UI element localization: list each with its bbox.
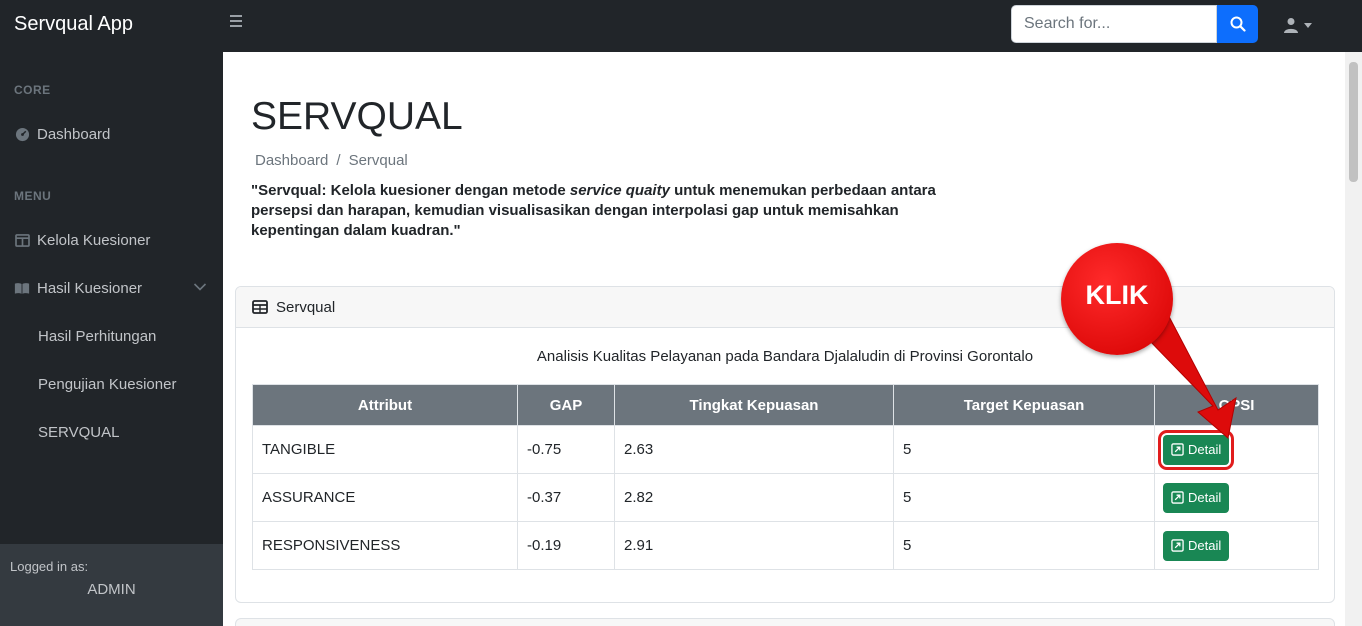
search-icon (1230, 16, 1246, 32)
sidebar-subitem-pengujian-kuesioner[interactable]: Pengujian Kuesioner (38, 376, 176, 393)
table-icon (252, 300, 268, 314)
sidebar-item-hasil-kuesioner[interactable]: Hasil Kuesioner (0, 268, 223, 308)
table-row: ASSURANCE -0.37 2.82 5 Detail (252, 473, 1319, 522)
breadcrumb: Dashboard / Servqual (255, 152, 408, 169)
dashboard-gauge-icon (14, 126, 30, 142)
page-description: "Servqual: Kelola kuesioner dengan metod… (251, 181, 971, 241)
cell-attribut: RESPONSIVENESS (252, 521, 518, 570)
sidebar-subitem-servqual[interactable]: SERVQUAL (38, 424, 119, 441)
detail-button-assurance[interactable]: Detail (1163, 482, 1230, 513)
user-menu-dropdown[interactable] (1283, 14, 1319, 36)
search-input[interactable] (1011, 5, 1217, 43)
sidebar-heading-core: CORE (14, 83, 51, 97)
cell-target-kepuasan: 5 (893, 521, 1155, 570)
columns-icon (14, 232, 30, 248)
sidebar-footer: Logged in as: ADMIN (0, 544, 223, 626)
klik-annotation-label: KLIK (1085, 280, 1149, 310)
description-text: "Servqual: Kelola kuesioner dengan metod… (251, 182, 570, 199)
description-emphasis: service quaity (569, 182, 670, 199)
book-open-icon (14, 280, 30, 296)
klik-annotation-badge: KLIK (1061, 243, 1173, 355)
cell-opsi: Detail (1154, 473, 1319, 522)
cell-gap: -0.19 (517, 521, 615, 570)
sidebar-item-dashboard[interactable]: Dashboard (0, 114, 223, 154)
sidebar: CORE Dashboard MENU Kelola Kuesioner Has… (0, 52, 223, 626)
cell-opsi: Detail (1154, 521, 1319, 570)
page-scrollbar[interactable] (1345, 52, 1362, 626)
external-link-icon (1171, 491, 1184, 504)
sidebar-item-label: Dashboard (37, 125, 111, 143)
detail-button-label: Detail (1188, 538, 1222, 553)
logged-in-user: ADMIN (87, 581, 136, 598)
logged-in-label: Logged in as: (10, 559, 89, 574)
user-icon (1284, 18, 1298, 33)
cell-attribut: ASSURANCE (252, 473, 518, 522)
page-title: SERVQUAL (251, 95, 463, 138)
sidebar-item-label: Hasil Kuesioner (37, 279, 143, 297)
card-header-title: Servqual (276, 298, 336, 316)
sidebar-subitem-hasil-perhitungan[interactable]: Hasil Perhitungan (38, 328, 156, 345)
sidebar-heading-menu: MENU (14, 189, 52, 203)
breadcrumb-home[interactable]: Dashboard (255, 152, 328, 169)
detail-button-label: Detail (1188, 490, 1222, 505)
cell-gap: -0.75 (517, 425, 615, 474)
cell-tingkat-kepuasan: 2.63 (614, 425, 894, 474)
column-header-attribut: Attribut (252, 384, 518, 426)
top-navbar: Servqual App (0, 0, 1362, 52)
breadcrumb-separator: / (336, 152, 341, 169)
cell-gap: -0.37 (517, 473, 615, 522)
cell-tingkat-kepuasan: 2.91 (614, 521, 894, 570)
column-header-tingkat-kepuasan: Tingkat Kepuasan (614, 384, 894, 426)
table-row: RESPONSIVENESS -0.19 2.91 5 Detail (252, 521, 1319, 570)
cell-attribut: TANGIBLE (252, 425, 518, 474)
chevron-down-icon (1304, 22, 1312, 28)
external-link-icon (1171, 539, 1184, 552)
search-button[interactable] (1217, 5, 1258, 43)
search-group (1011, 5, 1258, 43)
cell-tingkat-kepuasan: 2.82 (614, 473, 894, 522)
scrollbar-thumb[interactable] (1349, 62, 1358, 182)
chevron-down-icon (193, 283, 207, 291)
sidebar-toggle-icon[interactable] (230, 15, 246, 33)
app-brand[interactable]: Servqual App (14, 13, 133, 36)
column-header-gap: GAP (517, 384, 615, 426)
breadcrumb-current: Servqual (348, 152, 408, 169)
cell-target-kepuasan: 5 (893, 473, 1155, 522)
sidebar-item-kelola-kuesioner[interactable]: Kelola Kuesioner (0, 220, 223, 260)
next-card-header (235, 618, 1335, 626)
sidebar-item-label: Kelola Kuesioner (37, 231, 151, 249)
detail-button-responsiveness[interactable]: Detail (1163, 530, 1230, 561)
